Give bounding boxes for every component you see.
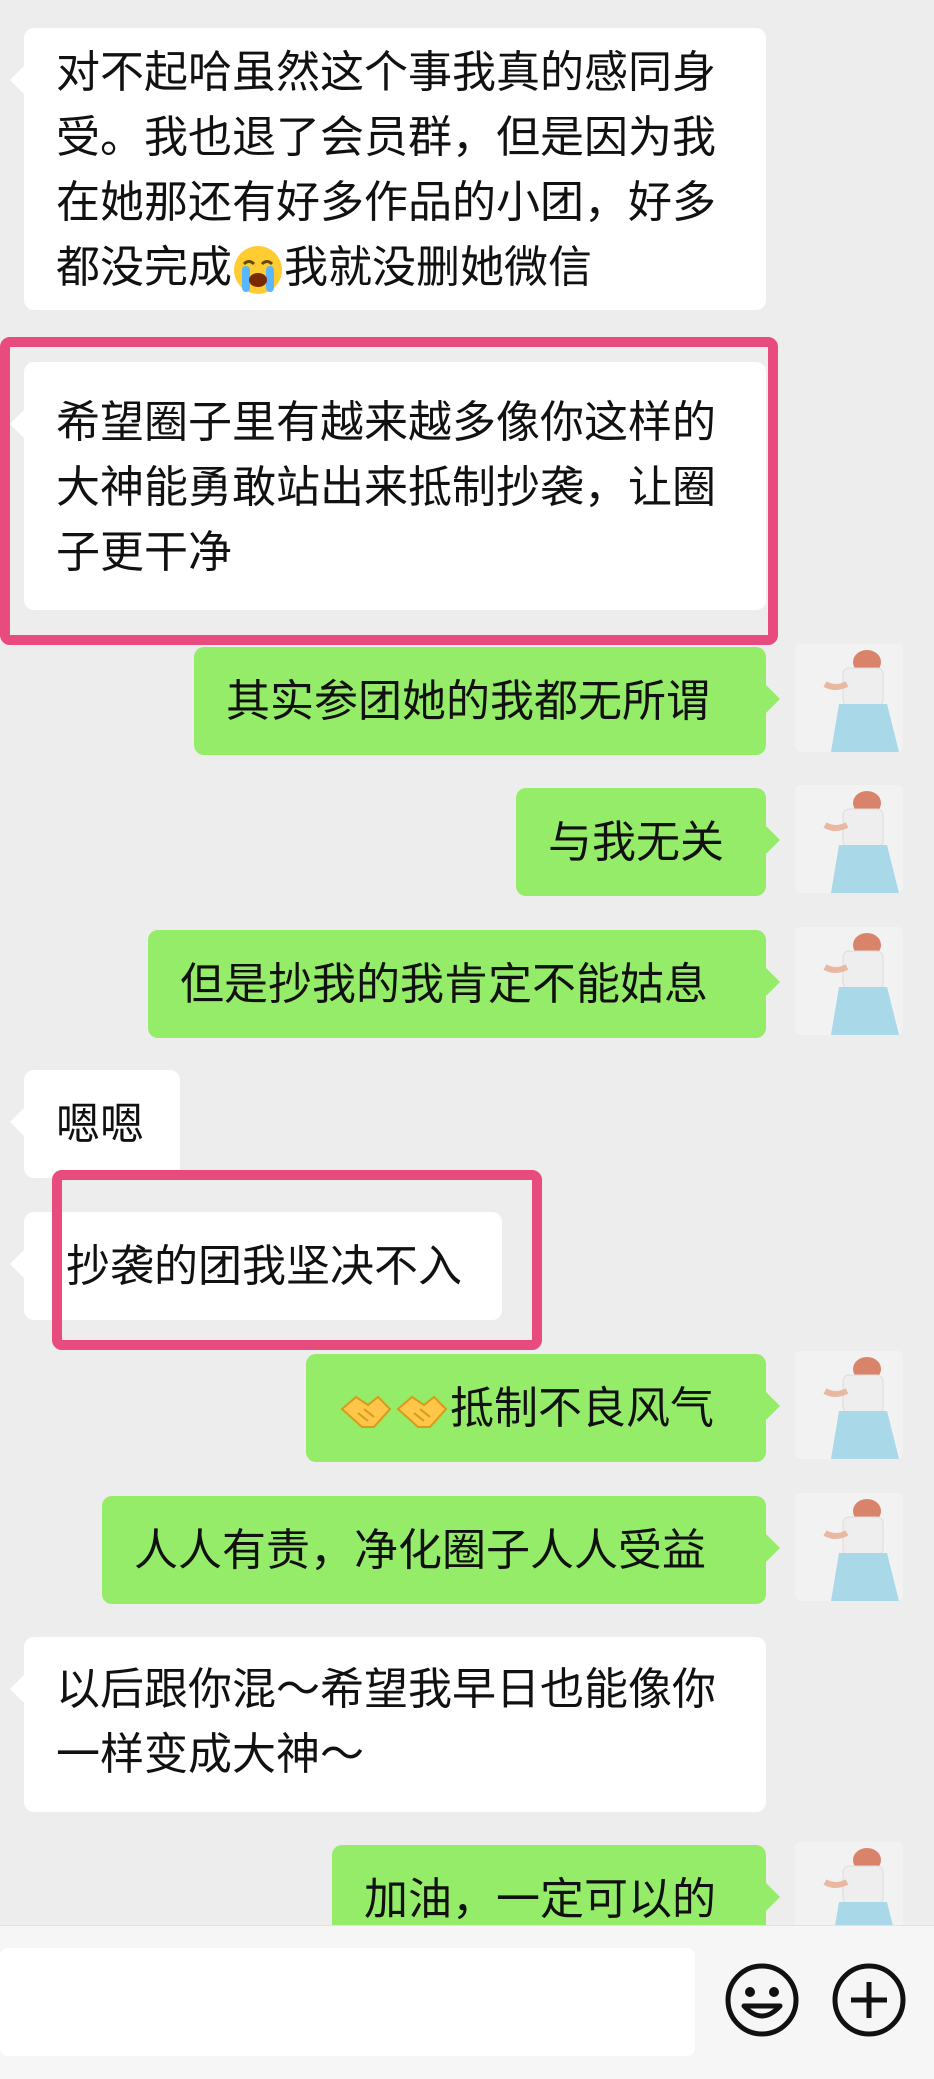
message-text: 加油，一定可以的	[364, 1873, 716, 1925]
highlight-box	[52, 1170, 542, 1350]
bubble-tail	[766, 826, 780, 854]
message-bubble-outgoing[interactable]: 抵制不良风气	[306, 1354, 766, 1462]
handshake-emoji	[396, 1395, 448, 1428]
message-line: 对不起哈虽然这个事我真的感同身	[56, 47, 716, 98]
avatar-image	[795, 785, 903, 893]
message-text: 嗯嗯	[56, 1098, 144, 1150]
message-text: 对不起哈虽然这个事我真的感同身 受。我也退了会员群，但是因为我 在她那还有好多作…	[56, 40, 716, 300]
smiley-face-icon	[725, 1963, 799, 2037]
message-text: 与我无关	[548, 816, 724, 868]
avatar[interactable]	[795, 785, 903, 893]
bubble-tail	[10, 1108, 24, 1136]
more-button[interactable]	[829, 1960, 909, 2040]
plus-circle-icon	[832, 1963, 906, 2037]
avatar[interactable]	[795, 1842, 903, 1925]
message-bubble-outgoing[interactable]: 其实参团她的我都无所谓	[194, 647, 766, 755]
message-bubble-incoming[interactable]: 对不起哈虽然这个事我真的感同身 受。我也退了会员群，但是因为我 在她那还有好多作…	[24, 28, 766, 310]
avatar-image	[795, 1351, 903, 1459]
message-line: 在她那还有好多作品的小团，好多	[56, 177, 716, 228]
chat-area: 对不起哈虽然这个事我真的感同身 受。我也退了会员群，但是因为我 在她那还有好多作…	[0, 0, 934, 1925]
message-line: 受。我也退了会员群，但是因为我	[56, 112, 716, 163]
message-text-part: 我就没删她微信	[284, 242, 592, 293]
message-text: 抵制不良风气	[338, 1376, 714, 1441]
loudly-crying-face-emoji	[234, 246, 282, 294]
message-line: 以后跟你混～希望我早日也能像你	[56, 1664, 716, 1715]
emoji-button[interactable]	[722, 1960, 802, 2040]
input-bar	[0, 1925, 934, 2079]
message-bubble-outgoing[interactable]: 与我无关	[516, 788, 766, 896]
bubble-tail	[766, 1883, 780, 1911]
avatar-image	[795, 1842, 903, 1925]
avatar-image	[795, 1493, 903, 1601]
message-bubble-outgoing[interactable]: 人人有责，净化圈子人人受益	[102, 1496, 766, 1604]
bubble-tail	[10, 1675, 24, 1703]
bubble-tail	[766, 968, 780, 996]
bubble-tail	[766, 1534, 780, 1562]
message-input[interactable]	[0, 1948, 695, 2056]
message-bubble-incoming[interactable]: 嗯嗯	[24, 1070, 180, 1178]
message-text: 但是抄我的我肯定不能姑息	[180, 958, 708, 1010]
message-line: 都没完成 我就没删她微信	[56, 235, 716, 300]
bubble-tail	[10, 1250, 24, 1278]
message-text: 以后跟你混～希望我早日也能像你 一样变成大神～	[56, 1657, 716, 1787]
avatar-image	[795, 927, 903, 1035]
message-text: 其实参团她的我都无所谓	[226, 675, 710, 727]
message-line: 一样变成大神～	[56, 1729, 364, 1780]
message-text: 人人有责，净化圈子人人受益	[134, 1524, 706, 1576]
message-text-part: 都没完成	[56, 242, 232, 293]
highlight-box	[0, 337, 778, 645]
bubble-tail	[10, 66, 24, 94]
bubble-tail	[766, 685, 780, 713]
avatar[interactable]	[795, 927, 903, 1035]
avatar[interactable]	[795, 1493, 903, 1601]
message-bubble-incoming[interactable]: 以后跟你混～希望我早日也能像你 一样变成大神～	[24, 1637, 766, 1812]
handshake-emoji	[340, 1395, 392, 1428]
avatar[interactable]	[795, 644, 903, 752]
message-text-part: 抵制不良风气	[450, 1382, 714, 1434]
avatar-image	[795, 644, 903, 752]
message-bubble-outgoing[interactable]: 但是抄我的我肯定不能姑息	[148, 930, 766, 1038]
message-bubble-outgoing[interactable]: 加油，一定可以的	[332, 1845, 766, 1925]
avatar[interactable]	[795, 1351, 903, 1459]
bubble-tail	[766, 1392, 780, 1420]
